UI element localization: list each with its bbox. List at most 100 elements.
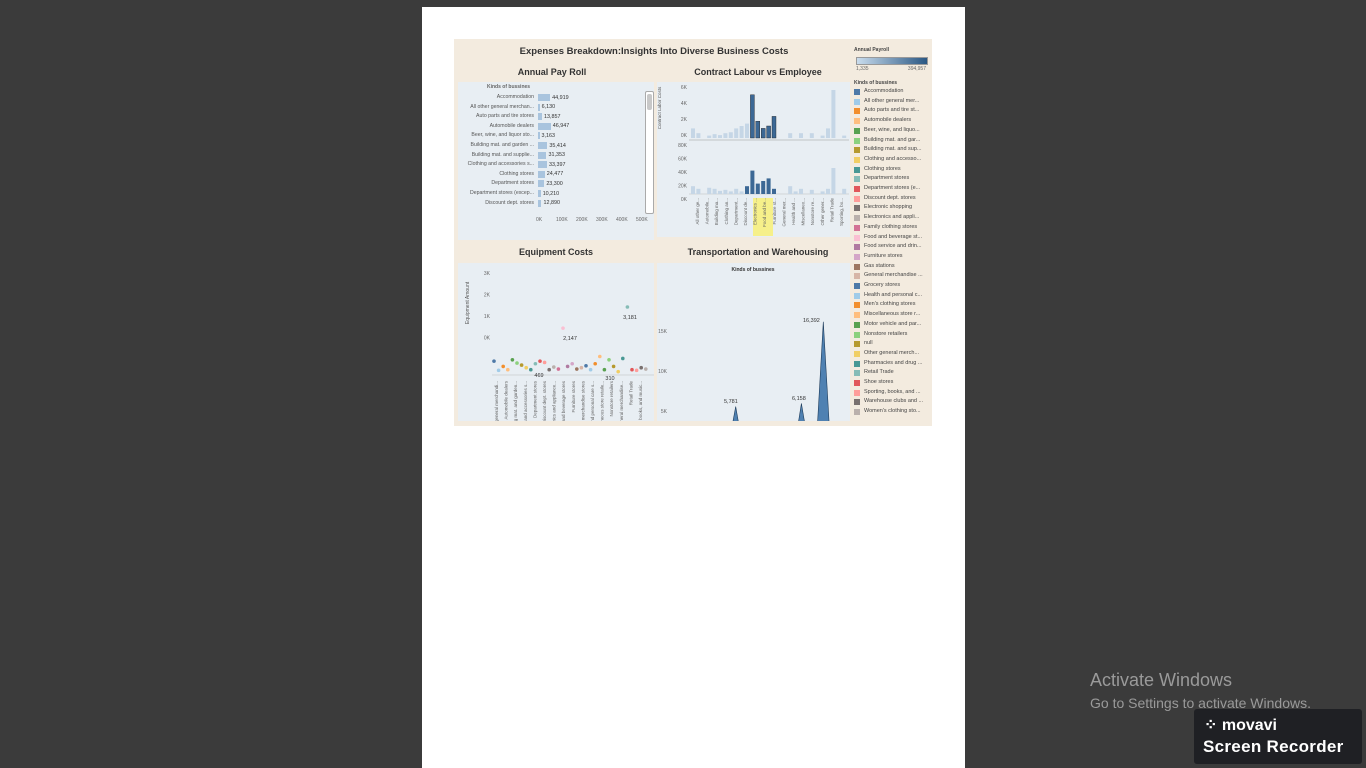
contract-top-bar (788, 133, 793, 138)
movavi-product: Screen Recorder (1203, 737, 1344, 756)
legend-swatch (854, 341, 860, 348)
legend-item[interactable]: Automobile dealers (854, 117, 930, 126)
legend-item[interactable]: Clothing and accesso... (854, 156, 930, 165)
payroll-row-label: Beer, wine, and liquor sto... (471, 132, 534, 139)
contract-bottom-bar (766, 178, 771, 194)
legend-item[interactable]: Motor vehicle and par... (854, 321, 930, 330)
contract-bottom-bar (793, 191, 798, 194)
payroll-row-value: 44,919 (552, 94, 569, 101)
legend-item[interactable]: Grocery stores (854, 282, 930, 291)
legend-item[interactable]: Accommodation (854, 88, 930, 97)
contract-axis-bottom-tick: 40K (678, 170, 688, 176)
contract-x-label: Furniture st... (772, 198, 777, 225)
legend-item[interactable]: Health and personal c... (854, 292, 930, 301)
payroll-scrollbar[interactable] (645, 91, 654, 214)
legend-swatch (854, 224, 860, 231)
legend-label: Building mat. and sup... (864, 146, 922, 153)
legend-item[interactable]: Department stores (854, 175, 930, 184)
legend-swatch (854, 253, 860, 260)
payroll-row-label: Department stores (excep... (469, 190, 534, 196)
legend-item[interactable]: Food and beverage st... (854, 234, 930, 243)
contract-top-bar (691, 128, 695, 138)
legend-item[interactable]: Other general merch... (854, 350, 930, 359)
watermark-line1: Activate Windows (1090, 670, 1233, 690)
equipment-x-label: Sporting, books, and music... (638, 381, 643, 421)
payroll-row-value: 31,353 (548, 152, 565, 159)
legend-item[interactable]: Food service and drin... (854, 243, 930, 252)
legend-item[interactable]: Sporting, books, and ... (854, 389, 930, 398)
legend-item[interactable]: Furniture stores (854, 253, 930, 262)
contract-top-bar (734, 128, 739, 138)
payroll-bar (538, 190, 541, 197)
equipment-point (547, 367, 551, 372)
equipment-point (496, 368, 501, 373)
equipment-axis-tick: 0K (484, 336, 491, 342)
contract-top-bar (766, 125, 771, 139)
payroll-row-label: Discount dept. stores (485, 199, 534, 206)
legend-label: Auto parts and tire st... (864, 107, 920, 114)
legend-item[interactable]: Men's clothing stores (854, 301, 930, 310)
legend-item[interactable]: Nonstore retailers (854, 331, 930, 340)
legend-item[interactable]: Retail Trade (854, 369, 930, 378)
legend-label: Accommodation (864, 88, 904, 94)
legend-item[interactable]: Shoe stores (854, 379, 930, 388)
legend-swatch (854, 166, 860, 173)
payroll-row-value: 46,947 (552, 123, 570, 130)
payroll-row-label: Building mat. and supplie... (471, 151, 534, 158)
contract-bottom-bar (723, 189, 728, 194)
equipment-x-label: Miscellaneous store retaile... (600, 381, 605, 421)
legend-item[interactable]: Building mat. and gar... (854, 137, 930, 146)
equipment-point (524, 365, 528, 370)
legend-label: Miscellaneous store r... (864, 311, 921, 318)
legend-item[interactable]: Beer, wine, and liquo... (854, 127, 930, 136)
movavi-logo: ⁘ movavi (1204, 715, 1277, 735)
legend-item[interactable]: Miscellaneous store r... (854, 311, 930, 320)
legend-item[interactable]: null (854, 340, 930, 349)
legend-item[interactable]: Electronic shopping (854, 204, 930, 213)
equipment-x-label: Nonstore retailers (609, 380, 614, 416)
equipment-x-label: All other general merchandi... (494, 381, 499, 421)
payroll-bar (538, 122, 551, 130)
legend-label: Motor vehicle and par... (864, 320, 922, 327)
legend-item[interactable]: Discount dept. stores (854, 195, 930, 204)
legend-item[interactable]: Auto parts and tire st... (854, 107, 930, 116)
legend-swatch (854, 389, 860, 396)
legend-swatch (854, 205, 860, 212)
legend-item[interactable]: Building mat. and sup... (854, 146, 930, 155)
equipment-point (552, 365, 556, 369)
scrollbar-thumb[interactable] (647, 94, 652, 110)
legend-item[interactable]: All other general mer... (854, 98, 930, 107)
legend-item[interactable]: Pharmacies and drug ... (854, 360, 930, 369)
transport-data-label: 6,158 (792, 396, 806, 402)
contract-axis-top-tick: 4K (681, 101, 688, 107)
legend-item[interactable]: Electronics and appli... (854, 214, 930, 223)
legend-swatch (854, 409, 860, 416)
legend-swatch (854, 263, 860, 270)
legend-swatch (854, 360, 860, 367)
contract-x-label: Miscellaneo... (801, 198, 806, 226)
equipment-point (593, 361, 597, 366)
legend-item[interactable]: Women's clothing sto... (854, 408, 930, 417)
movavi-brand: movavi (1221, 717, 1277, 734)
contract-x-label: Automobile... (705, 198, 710, 224)
equipment-point (492, 359, 496, 363)
legend-item[interactable]: General merchandise ... (854, 272, 930, 281)
contract-title: Contract Labour vs Employee (694, 67, 822, 77)
equipment-point (556, 367, 561, 371)
legend-swatch (854, 292, 860, 299)
contract-top-bar (718, 135, 722, 138)
payroll-row-value: 12,890 (543, 200, 560, 207)
equipment-point (625, 305, 630, 309)
legend-gradient (856, 57, 928, 65)
legend-item[interactable]: Warehouse clubs and ... (854, 398, 930, 407)
legend-swatch (854, 176, 860, 183)
legend-item[interactable]: Gas stations (854, 263, 930, 272)
payroll-row-value: 35,414 (549, 142, 566, 149)
legend-label: Warehouse clubs and ... (864, 398, 924, 405)
legend-item[interactable]: Clothing stores (854, 166, 930, 175)
legend-label: Shoe stores (864, 379, 894, 385)
legend-label: Health and personal c... (864, 291, 923, 298)
contract-top-bar (760, 128, 766, 139)
legend-item[interactable]: Department stores (e... (854, 185, 930, 194)
legend-item[interactable]: Family clothing stores (854, 224, 930, 233)
